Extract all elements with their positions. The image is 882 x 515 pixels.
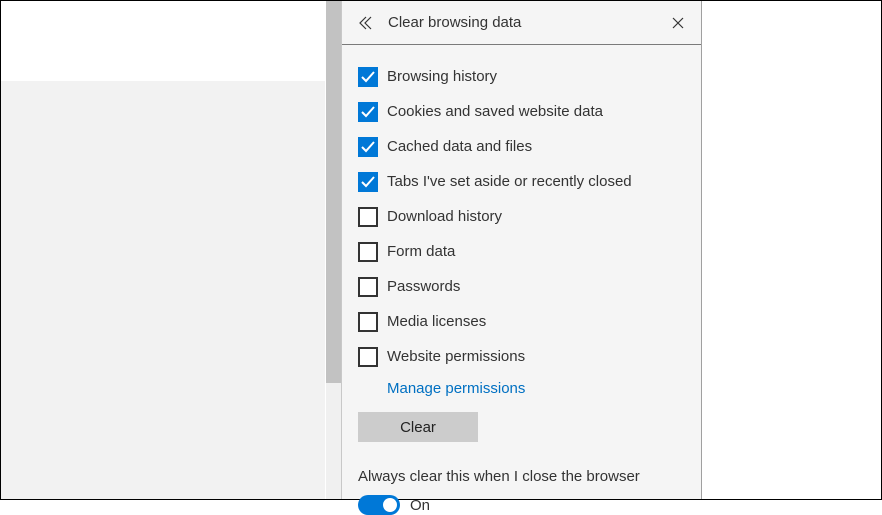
checkbox[interactable] xyxy=(358,277,378,297)
toggle-knob xyxy=(383,498,397,512)
close-icon[interactable] xyxy=(667,12,689,34)
background-area xyxy=(702,1,881,499)
item-form-data[interactable]: Form data xyxy=(358,234,685,269)
manage-permissions-link[interactable]: Manage permissions xyxy=(387,380,525,397)
item-tabs-set-aside[interactable]: Tabs I've set aside or recently closed xyxy=(358,164,685,199)
panel-title: Clear browsing data xyxy=(388,14,667,31)
items-list: Browsing history Cookies and saved websi… xyxy=(342,45,701,515)
panel-border xyxy=(701,1,702,499)
item-passwords[interactable]: Passwords xyxy=(358,269,685,304)
item-label: Form data xyxy=(387,243,455,260)
checkbox[interactable] xyxy=(358,137,378,157)
scrollbar-thumb[interactable] xyxy=(326,1,341,383)
item-label: Tabs I've set aside or recently closed xyxy=(387,173,632,190)
item-label: Website permissions xyxy=(387,348,525,365)
clear-browsing-data-panel: Clear browsing data Browsing history Coo… xyxy=(341,1,701,499)
item-label: Download history xyxy=(387,208,502,225)
item-website-permissions[interactable]: Website permissions xyxy=(358,339,685,374)
background-area xyxy=(1,81,325,499)
always-clear-toggle[interactable] xyxy=(358,495,400,515)
panel-header: Clear browsing data xyxy=(342,1,701,45)
item-label: Cookies and saved website data xyxy=(387,103,603,120)
checkbox[interactable] xyxy=(358,242,378,262)
checkbox[interactable] xyxy=(358,172,378,192)
item-label: Cached data and files xyxy=(387,138,532,155)
item-download-history[interactable]: Download history xyxy=(358,199,685,234)
item-cookies[interactable]: Cookies and saved website data xyxy=(358,94,685,129)
background-area xyxy=(195,1,325,81)
item-cached-data[interactable]: Cached data and files xyxy=(358,129,685,164)
clear-button[interactable]: Clear xyxy=(358,412,478,442)
item-label: Media licenses xyxy=(387,313,486,330)
item-browsing-history[interactable]: Browsing history xyxy=(358,59,685,94)
background-area xyxy=(1,1,196,81)
item-label: Browsing history xyxy=(387,68,497,85)
checkbox[interactable] xyxy=(358,67,378,87)
always-clear-label: Always clear this when I close the brows… xyxy=(358,468,685,485)
checkbox[interactable] xyxy=(358,207,378,227)
back-icon[interactable] xyxy=(356,12,378,34)
checkbox[interactable] xyxy=(358,347,378,367)
checkbox[interactable] xyxy=(358,312,378,332)
item-media-licenses[interactable]: Media licenses xyxy=(358,304,685,339)
item-label: Passwords xyxy=(387,278,460,295)
always-clear-toggle-row: On xyxy=(358,495,685,515)
toggle-state-label: On xyxy=(410,497,430,514)
checkbox[interactable] xyxy=(358,102,378,122)
